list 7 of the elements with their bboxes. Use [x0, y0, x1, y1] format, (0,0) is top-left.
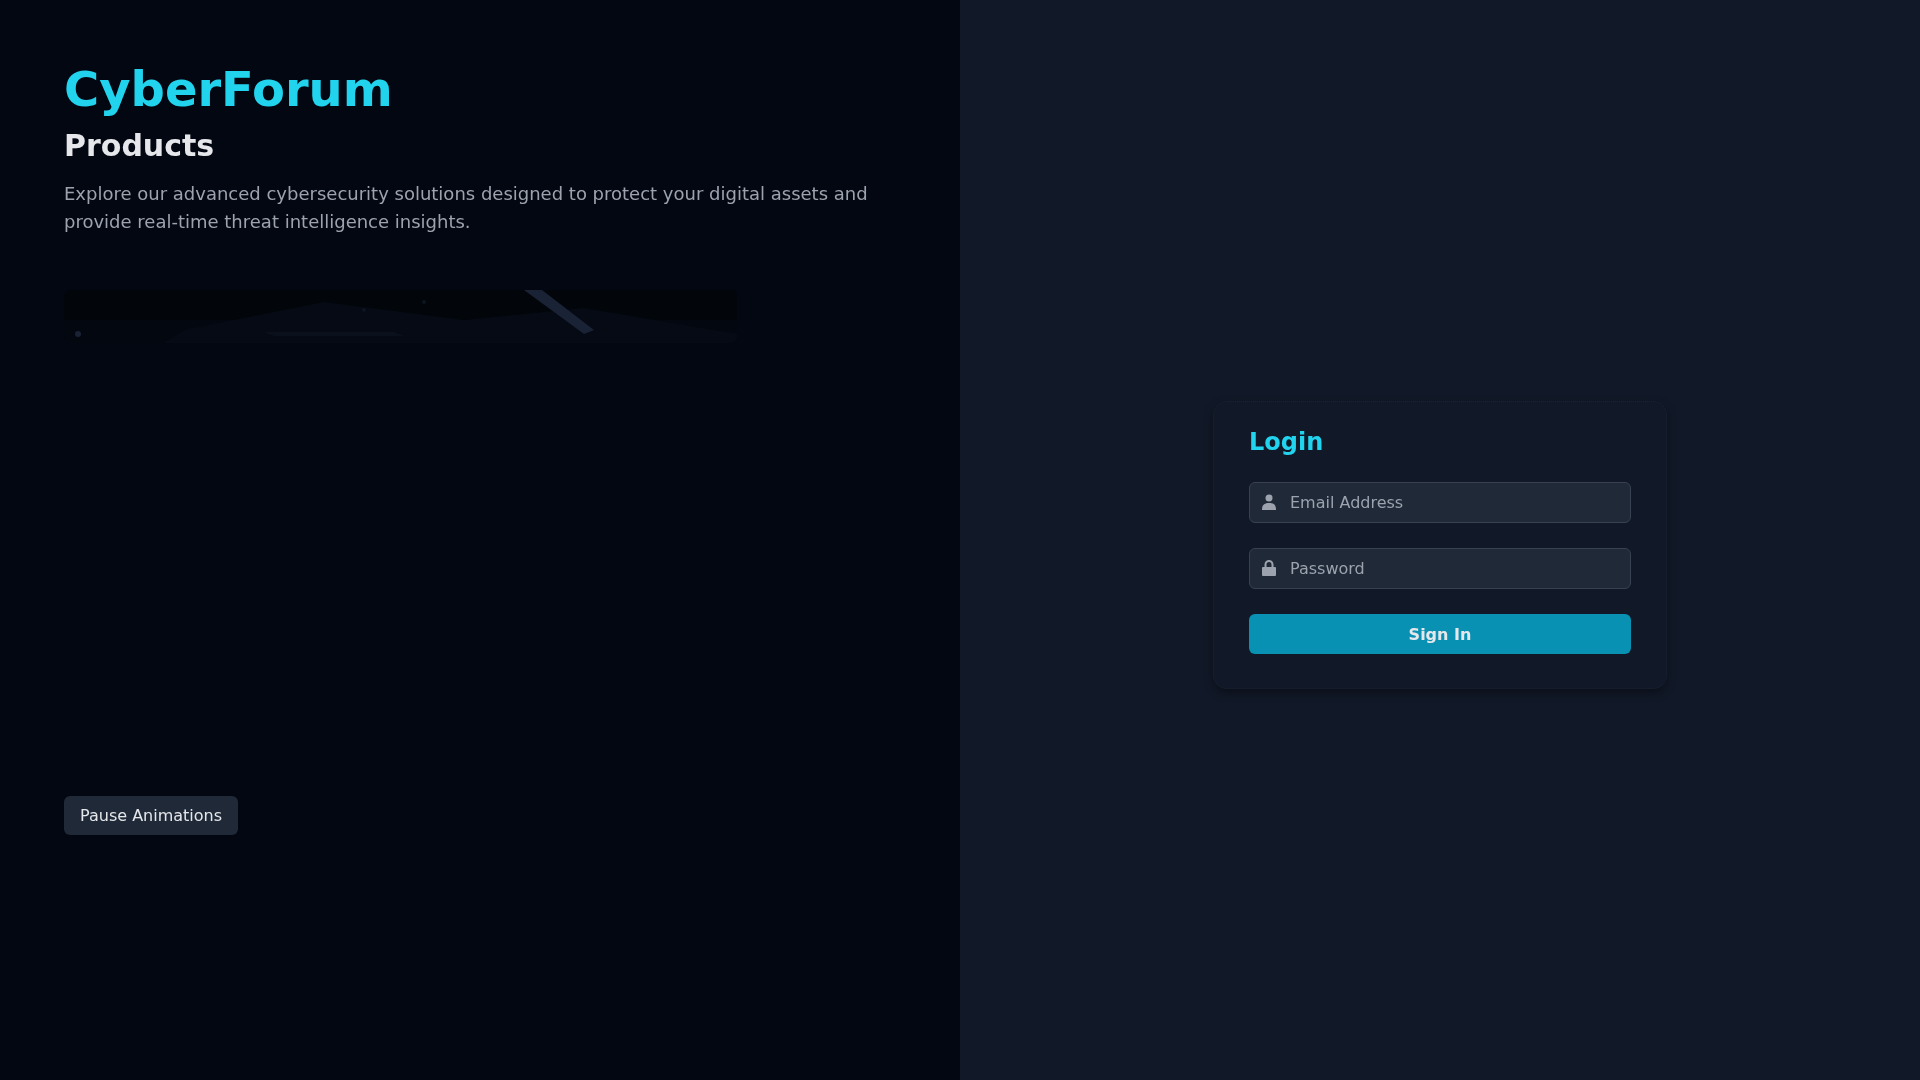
- pause-animations-button[interactable]: Pause Animations: [64, 796, 239, 835]
- login-title: Login: [1249, 427, 1325, 458]
- section-title: Products: [64, 127, 215, 165]
- section-description: Explore our advanced cybersecurity solutions designed to protect your digital assets and provide real-time threat intelligence insights.: [64, 182, 869, 234]
- brand-title: CyberForum: [64, 60, 393, 118]
- input-field[interactable]: Password: [1249, 548, 1631, 589]
- input-field[interactable]: Email Address: [1249, 482, 1631, 523]
